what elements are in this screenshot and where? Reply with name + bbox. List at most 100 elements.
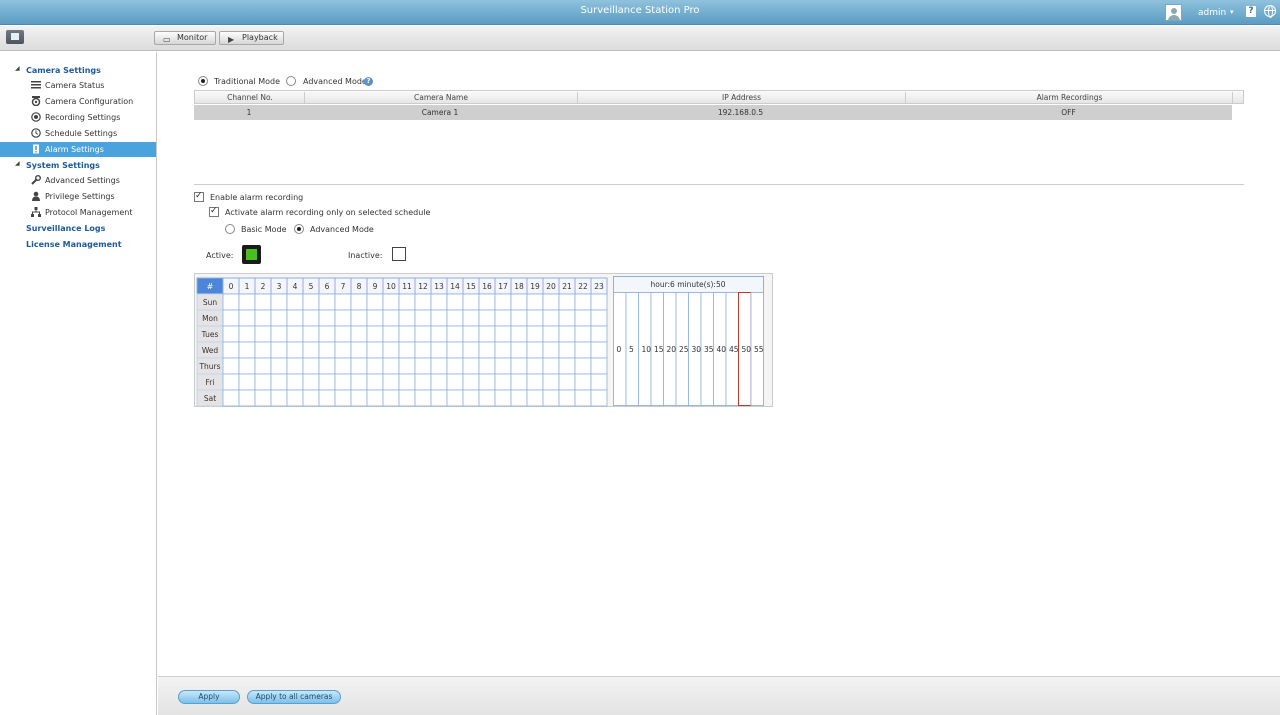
schedule-cell[interactable] bbox=[430, 309, 448, 327]
schedule-cell[interactable] bbox=[446, 309, 464, 327]
schedule-cell[interactable] bbox=[542, 357, 560, 375]
enable-alarm-label[interactable]: Enable alarm recording bbox=[210, 193, 303, 202]
schedule-cell[interactable] bbox=[558, 373, 576, 391]
schedule-cell[interactable] bbox=[590, 389, 608, 407]
apply-all-cameras-button[interactable]: Apply to all cameras bbox=[247, 690, 341, 704]
schedule-cell[interactable] bbox=[510, 357, 528, 375]
schedule-cell[interactable] bbox=[254, 373, 272, 391]
schedule-cell[interactable] bbox=[238, 309, 256, 327]
schedule-cell[interactable] bbox=[350, 389, 368, 407]
schedule-cell[interactable] bbox=[398, 357, 416, 375]
info-icon[interactable]: ? bbox=[364, 77, 373, 86]
schedule-cell[interactable] bbox=[398, 309, 416, 327]
schedule-cell[interactable] bbox=[414, 373, 432, 391]
schedule-cell[interactable] bbox=[366, 373, 384, 391]
schedule-cell[interactable] bbox=[398, 341, 416, 359]
schedule-cell[interactable] bbox=[382, 293, 400, 311]
schedule-cell[interactable] bbox=[398, 293, 416, 311]
schedule-cell[interactable] bbox=[318, 389, 336, 407]
surveillance-logs-link[interactable]: Surveillance Logs bbox=[26, 224, 105, 233]
schedule-cell[interactable] bbox=[510, 309, 528, 327]
schedule-cell[interactable] bbox=[302, 373, 320, 391]
schedule-cell[interactable] bbox=[590, 325, 608, 343]
schedule-cell[interactable] bbox=[398, 389, 416, 407]
schedule-cell[interactable] bbox=[222, 389, 240, 407]
schedule-cell[interactable] bbox=[286, 341, 304, 359]
schedule-cell[interactable] bbox=[494, 325, 512, 343]
advanced-mode-radio[interactable] bbox=[286, 76, 296, 86]
schedule-cell[interactable] bbox=[494, 309, 512, 327]
schedule-cell[interactable] bbox=[526, 341, 544, 359]
user-menu-caret-icon[interactable]: ▾ bbox=[1230, 8, 1234, 16]
advanced-mode-label[interactable]: Advanced Mode bbox=[303, 77, 367, 86]
schedule-cell[interactable] bbox=[542, 325, 560, 343]
schedule-cell[interactable] bbox=[542, 309, 560, 327]
schedule-cell[interactable] bbox=[238, 357, 256, 375]
schedule-cell[interactable] bbox=[494, 357, 512, 375]
schedule-cell[interactable] bbox=[478, 341, 496, 359]
schedule-cell[interactable] bbox=[302, 357, 320, 375]
column-header-channel[interactable]: Channel No. bbox=[195, 93, 305, 102]
schedule-cell[interactable] bbox=[558, 357, 576, 375]
schedule-cell[interactable] bbox=[574, 373, 592, 391]
schedule-cell[interactable] bbox=[590, 373, 608, 391]
schedule-cell[interactable] bbox=[318, 373, 336, 391]
schedule-cell[interactable] bbox=[302, 293, 320, 311]
column-header-camera-name[interactable]: Camera Name bbox=[305, 93, 577, 102]
schedule-cell[interactable] bbox=[238, 341, 256, 359]
schedule-cell[interactable] bbox=[510, 325, 528, 343]
schedule-cell[interactable] bbox=[350, 309, 368, 327]
schedule-cell[interactable] bbox=[494, 389, 512, 407]
schedule-cell[interactable] bbox=[526, 293, 544, 311]
schedule-cell[interactable] bbox=[446, 389, 464, 407]
schedule-cell[interactable] bbox=[494, 293, 512, 311]
column-header-ip-address[interactable]: IP Address bbox=[578, 93, 905, 102]
schedule-cell[interactable] bbox=[350, 325, 368, 343]
schedule-cell[interactable] bbox=[350, 373, 368, 391]
schedule-cell[interactable] bbox=[574, 293, 592, 311]
schedule-cell[interactable] bbox=[590, 309, 608, 327]
schedule-cell[interactable] bbox=[302, 389, 320, 407]
schedule-cell[interactable] bbox=[462, 325, 480, 343]
schedule-cell[interactable] bbox=[286, 357, 304, 375]
schedule-cell[interactable] bbox=[366, 325, 384, 343]
schedule-cell[interactable] bbox=[350, 341, 368, 359]
traditional-mode-radio[interactable] bbox=[198, 76, 208, 86]
schedule-cell[interactable] bbox=[462, 373, 480, 391]
schedule-cell[interactable] bbox=[270, 373, 288, 391]
schedule-cell[interactable] bbox=[366, 357, 384, 375]
column-header-alarm-recordings[interactable]: Alarm Recordings bbox=[906, 93, 1233, 102]
schedule-cell[interactable] bbox=[318, 341, 336, 359]
schedule-cell[interactable] bbox=[574, 389, 592, 407]
sidebar-item-camera-status[interactable]: Camera Status bbox=[0, 78, 156, 93]
sidebar-item-protocol-management[interactable]: Protocol Management bbox=[0, 205, 156, 220]
schedule-cell[interactable] bbox=[254, 389, 272, 407]
schedule-advanced-mode-label[interactable]: Advanced Mode bbox=[310, 225, 374, 234]
schedule-cell[interactable] bbox=[270, 341, 288, 359]
schedule-cell[interactable] bbox=[590, 341, 608, 359]
schedule-cell[interactable] bbox=[286, 309, 304, 327]
apply-button[interactable]: Apply bbox=[178, 690, 240, 704]
schedule-cell[interactable] bbox=[574, 357, 592, 375]
schedule-cell[interactable] bbox=[286, 293, 304, 311]
schedule-cell[interactable] bbox=[574, 309, 592, 327]
schedule-cell[interactable] bbox=[510, 293, 528, 311]
schedule-cell[interactable] bbox=[350, 357, 368, 375]
schedule-cell[interactable] bbox=[270, 293, 288, 311]
schedule-cell[interactable] bbox=[254, 309, 272, 327]
schedule-cell[interactable] bbox=[366, 293, 384, 311]
schedule-cell[interactable] bbox=[302, 341, 320, 359]
schedule-cell[interactable] bbox=[254, 325, 272, 343]
schedule-cell[interactable] bbox=[334, 309, 352, 327]
schedule-cell[interactable] bbox=[462, 309, 480, 327]
schedule-cell[interactable] bbox=[254, 341, 272, 359]
schedule-cell[interactable] bbox=[414, 357, 432, 375]
enable-alarm-checkbox[interactable] bbox=[194, 191, 204, 202]
schedule-cell[interactable] bbox=[254, 357, 272, 375]
schedule-cell[interactable] bbox=[222, 309, 240, 327]
schedule-cell[interactable] bbox=[542, 293, 560, 311]
schedule-cell[interactable] bbox=[286, 373, 304, 391]
schedule-cell[interactable] bbox=[430, 357, 448, 375]
schedule-cell[interactable] bbox=[526, 373, 544, 391]
schedule-cell[interactable] bbox=[526, 357, 544, 375]
